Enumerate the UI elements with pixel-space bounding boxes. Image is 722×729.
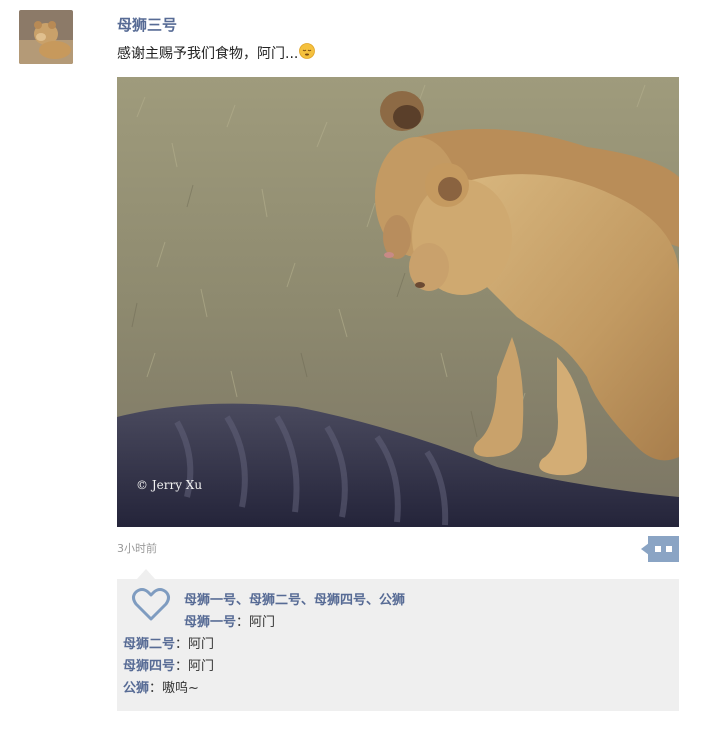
comment-author[interactable]: 公狮 — [123, 681, 149, 696]
comment-text: 阿门 — [249, 615, 276, 630]
dot-icon — [655, 546, 661, 552]
comment-separator: ： — [149, 681, 163, 696]
user-avatar[interactable] — [19, 10, 73, 64]
comment-text: 阿门 — [188, 659, 215, 674]
comment-separator: ： — [175, 659, 189, 674]
comment-text: 嗷呜~ — [162, 681, 199, 696]
comment-separator: ： — [175, 637, 189, 652]
panel-arrow — [137, 569, 155, 579]
comment-item: 母狮一号：阿门 — [184, 614, 275, 632]
post-author-name[interactable]: 母狮三号 — [117, 15, 177, 35]
likes-list[interactable]: 母狮一号、母狮二号、母狮四号、公狮 — [184, 592, 405, 610]
post-text-line: 感谢主赐予我们食物，阿门... — [117, 43, 316, 64]
comment-author[interactable]: 母狮四号 — [123, 659, 175, 674]
comment-action-button[interactable] — [641, 536, 679, 562]
comment-author[interactable]: 母狮二号 — [123, 637, 175, 652]
comment-author[interactable]: 母狮一号 — [184, 615, 236, 630]
post-text: 感谢主赐予我们食物，阿门... — [117, 46, 299, 62]
post-timestamp: 3小时前 — [117, 542, 157, 555]
comment-separator: ： — [236, 615, 250, 630]
sleeping-face-emoji — [299, 43, 316, 59]
post-photo[interactable]: © Jerry Xu — [117, 77, 679, 527]
comment-item: 母狮四号：阿门 — [123, 658, 214, 676]
comment-item: 公狮：嗷呜~ — [123, 680, 199, 698]
heart-icon — [131, 587, 171, 623]
dot-icon — [666, 546, 672, 552]
comment-text: 阿门 — [188, 637, 215, 652]
comment-item: 母狮二号：阿门 — [123, 636, 214, 654]
photo-watermark: © Jerry Xu — [136, 478, 203, 492]
